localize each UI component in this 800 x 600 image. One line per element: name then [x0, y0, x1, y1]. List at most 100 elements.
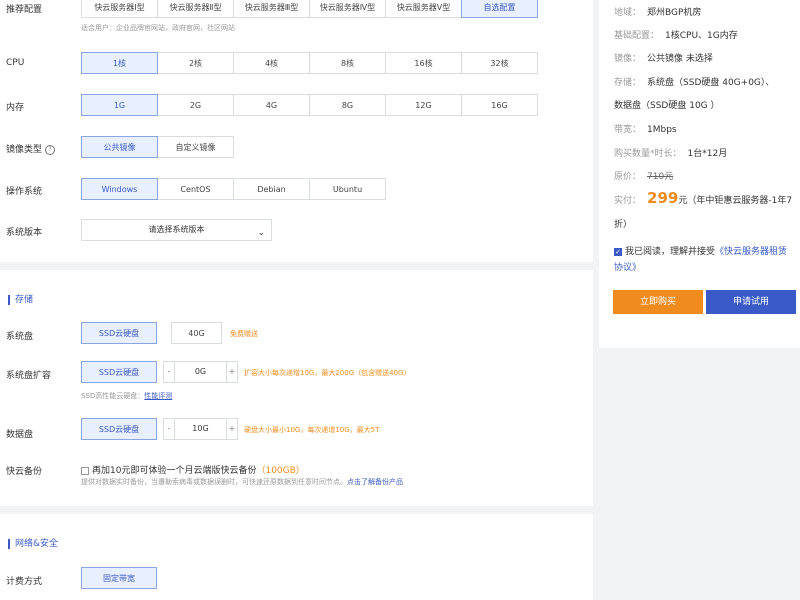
summary-original-price: 原价： 710元	[614, 169, 794, 182]
memory-options: 1G 2G 4G 8G 12G 16G	[81, 94, 538, 116]
system-expand-type[interactable]: SSD云硬盘	[81, 361, 157, 383]
system-disk-note: 免费赠送	[230, 330, 258, 338]
os-version-label: 系统版本	[6, 228, 43, 238]
memory-label: 内存	[6, 103, 25, 113]
cpu-option-32[interactable]: 32核	[461, 52, 538, 74]
billing-label: 计费方式	[6, 577, 43, 587]
summary-storage: 存储： 系统盘（SSD硬盘 40G+0G）、	[614, 75, 794, 88]
memory-option-12g[interactable]: 12G	[385, 94, 462, 116]
question-circle-icon[interactable]: ?	[45, 144, 56, 155]
summary-image: 镜像： 公共镜像 未选择	[614, 51, 794, 64]
os-options: Windows CentOS Debian Ubuntu	[81, 178, 386, 200]
summary-quantity: 购买数量*时长： 1台*12月	[614, 146, 794, 159]
system-expand-label: 系统盘扩容	[6, 371, 52, 381]
memory-option-2g[interactable]: 2G	[157, 94, 234, 116]
recommend-option-4[interactable]: 快云服务器Ⅳ型	[309, 0, 386, 18]
memory-option-8g[interactable]: 8G	[309, 94, 386, 116]
backup-checkbox[interactable]	[81, 466, 89, 475]
chevron-down-icon: ⌄	[257, 228, 265, 238]
image-type-label: 镜像类型?	[6, 142, 56, 155]
network-panel: 网络&安全 计费方式 固定带宽	[0, 514, 593, 600]
cpu-option-2[interactable]: 2核	[157, 52, 234, 74]
recommend-options: 快云服务器Ⅰ型 快云服务器Ⅱ型 快云服务器Ⅲ型 快云服务器Ⅳ型 快云服务器Ⅴ型 …	[81, 0, 538, 18]
summary-image-key: 镜像：	[614, 54, 642, 64]
memory-option-4g[interactable]: 4G	[233, 94, 310, 116]
apply-trial-button[interactable]: 申请试用	[706, 290, 796, 314]
summary-actual-amount: 299	[647, 189, 679, 207]
summary-quantity-value: 1台*12月	[687, 149, 728, 159]
backup-option: 再加10元即可体验一个月云端版快云备份（100GB）	[81, 463, 305, 476]
backup-desc: 提供对数据实时备份，当遭勒索病毒或数据误删时，可快速还原数据到任意时间节点。点击…	[81, 477, 403, 487]
system-disk-label: 系统盘	[6, 332, 34, 342]
backup-capacity: （100GB）	[256, 466, 305, 476]
recommend-option-1[interactable]: 快云服务器Ⅰ型	[81, 0, 158, 18]
os-label: 操作系统	[6, 187, 43, 197]
image-type-label-text: 镜像类型	[6, 145, 43, 155]
data-disk-type[interactable]: SSD云硬盘	[81, 418, 157, 440]
image-type-options: 公共镜像 自定义镜像	[81, 136, 234, 158]
recommend-label: 推荐配置	[6, 5, 43, 15]
summary-quantity-key: 购买数量*时长：	[614, 149, 682, 159]
os-debian[interactable]: Debian	[233, 178, 310, 200]
system-expand-plus-button[interactable]: +	[226, 361, 238, 383]
system-disk-type[interactable]: SSD云硬盘	[81, 322, 157, 344]
recommend-option-3[interactable]: 快云服务器Ⅲ型	[233, 0, 310, 18]
summary-base-value: 1核CPU、1G内存	[665, 31, 738, 41]
perf-test-link[interactable]: 性能评测	[144, 392, 172, 400]
cpu-label: CPU	[6, 58, 25, 68]
image-type-public[interactable]: 公共镜像	[81, 136, 158, 158]
os-version-select[interactable]: 请选择系统版本 ⌄	[81, 219, 272, 241]
cpu-option-1[interactable]: 1核	[81, 52, 158, 74]
memory-option-16g[interactable]: 16G	[461, 94, 538, 116]
ssd-perf-hint: SSD高性能云硬盘：性能评测	[81, 391, 172, 401]
cpu-option-4[interactable]: 4核	[233, 52, 310, 74]
summary-region-key: 地域：	[614, 8, 642, 18]
os-version-placeholder: 请选择系统版本	[148, 225, 205, 234]
summary-original-key: 原价：	[614, 172, 642, 182]
summary-image-value: 公共镜像 未选择	[647, 54, 713, 64]
summary-actual-key: 实付：	[614, 196, 642, 206]
image-type-custom[interactable]: 自定义镜像	[157, 136, 234, 158]
data-disk-label: 数据盘	[6, 430, 34, 440]
agree-checkbox[interactable]: ✓	[614, 247, 622, 256]
os-ubuntu[interactable]: Ubuntu	[309, 178, 386, 200]
cpu-option-16[interactable]: 16核	[385, 52, 462, 74]
summary-storage-value: 系统盘（SSD硬盘 40G+0G）、	[647, 78, 775, 88]
data-disk-stepper: - 10G +	[163, 418, 238, 440]
agree-text: 我已阅读，理解并接受	[625, 247, 716, 257]
cpu-option-8[interactable]: 8核	[309, 52, 386, 74]
system-expand-value[interactable]: 0G	[174, 361, 227, 383]
system-expand-stepper: - 0G +	[163, 361, 238, 383]
recommend-hint: 适合用户：企业品牌官网站，政府官网，社区网站	[81, 24, 235, 32]
cpu-options: 1核 2核 4核 8核 16核 32核	[81, 52, 538, 74]
network-section-title: 网络&安全	[8, 539, 58, 549]
recommend-option-5[interactable]: 快云服务器Ⅴ型	[385, 0, 462, 18]
agreement: ✓ 我已阅读，理解并接受《快云服务器租赁协议》	[614, 244, 796, 276]
summary-bandwidth-key: 带宽：	[614, 125, 642, 135]
os-windows[interactable]: Windows	[81, 178, 158, 200]
system-disk-size: 40G	[171, 322, 222, 344]
summary-base-key: 基础配置：	[614, 31, 660, 41]
buy-now-button[interactable]: 立即购买	[613, 290, 703, 314]
billing-fixed-bandwidth[interactable]: 固定带宽	[81, 567, 157, 589]
storage-section-title: 存储	[8, 295, 33, 305]
summary-original-value: 710元	[647, 172, 674, 182]
config-panel: 推荐配置 快云服务器Ⅰ型 快云服务器Ⅱ型 快云服务器Ⅲ型 快云服务器Ⅳ型 快云服…	[0, 0, 593, 262]
os-centos[interactable]: CentOS	[157, 178, 234, 200]
storage-panel: 存储 系统盘 SSD云硬盘 40G 免费赠送 系统盘扩容 SSD云硬盘 - 0G…	[0, 270, 593, 506]
summary-storage-line2: 数据盘（SSD硬盘 10G ）	[614, 101, 720, 111]
summary-actual-note: （年中钜惠云服务器-1年7	[687, 196, 793, 206]
summary-region-value: 郑州BGP机房	[647, 8, 702, 18]
summary-bandwidth-value: 1Mbps	[647, 125, 677, 135]
summary-bandwidth: 带宽： 1Mbps	[614, 122, 794, 135]
data-disk-value[interactable]: 10G	[174, 418, 227, 440]
memory-option-1g[interactable]: 1G	[81, 94, 158, 116]
summary-actual-unit: 元	[678, 196, 688, 206]
data-disk-plus-button[interactable]: +	[226, 418, 238, 440]
summary-actual-note-line2: 折）	[614, 220, 633, 230]
recommend-option-custom[interactable]: 自选配置	[461, 0, 538, 18]
summary-region: 地域： 郑州BGP机房	[614, 5, 794, 18]
backup-learn-more-link[interactable]: 点击了解备份产品	[347, 478, 403, 486]
recommend-option-2[interactable]: 快云服务器Ⅱ型	[157, 0, 234, 18]
backup-checkbox-text: 再加10元即可体验一个月云端版快云备份	[92, 466, 257, 476]
